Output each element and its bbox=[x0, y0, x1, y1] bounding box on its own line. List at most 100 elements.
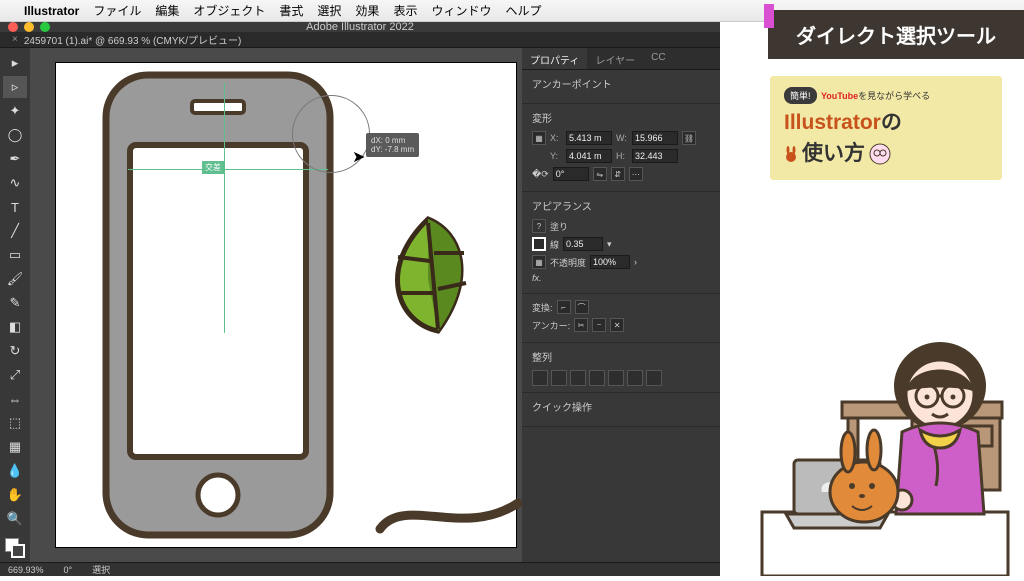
brush-tool[interactable]: 🖌 bbox=[3, 268, 27, 290]
remove-anchor-icon[interactable]: ✂ bbox=[574, 318, 588, 332]
h-input[interactable] bbox=[632, 149, 678, 163]
dropdown-icon[interactable]: ▾ bbox=[607, 239, 612, 250]
panel-tabs: プロパティ レイヤー CC bbox=[522, 48, 720, 70]
measurement-hint: dX: 0 mm dY: -7.8 mm bbox=[366, 133, 419, 157]
y-label: Y: bbox=[550, 151, 562, 161]
zoom-button[interactable] bbox=[40, 22, 50, 32]
align-label: 整列 bbox=[532, 349, 710, 364]
window-title: Adobe Illustrator 2022 bbox=[306, 21, 414, 33]
flip-v-icon[interactable]: ⇵ bbox=[611, 167, 625, 181]
minimize-button[interactable] bbox=[24, 22, 34, 32]
align-right-icon[interactable] bbox=[570, 370, 586, 386]
window-titlebar: Adobe Illustrator 2022 bbox=[0, 22, 720, 32]
lasso-tool[interactable]: ◯ bbox=[3, 124, 27, 146]
tab-properties[interactable]: プロパティ bbox=[522, 48, 587, 69]
app-menu[interactable]: Illustrator bbox=[24, 4, 79, 18]
promo-card: 簡単! YouTubeを見ながら学べる Illustratorの 使い方 bbox=[770, 76, 1002, 180]
connect-anchor-icon[interactable]: ⎯ bbox=[592, 318, 606, 332]
menu-select[interactable]: 選択 bbox=[317, 2, 341, 19]
cut-path-icon[interactable]: ✕ bbox=[610, 318, 624, 332]
convert-smooth-icon[interactable]: ⌒ bbox=[575, 300, 589, 314]
fill-stroke-swatch[interactable] bbox=[5, 538, 25, 558]
convert-corner-icon[interactable]: ⌐ bbox=[557, 300, 571, 314]
document-tab[interactable]: × 2459701 (1).ai* @ 669.93 % (CMYK/プレビュー… bbox=[0, 32, 720, 48]
canvas-area[interactable]: 交差 ➤ dX: 0 mm dY: -7.8 mm bbox=[30, 48, 522, 562]
reference-point-icon[interactable]: ▦ bbox=[532, 131, 546, 145]
quick-actions-label: クイック操作 bbox=[532, 399, 710, 414]
leaf-artwork[interactable] bbox=[368, 213, 488, 343]
status-bar: 669.93% 0° 選択 bbox=[0, 562, 720, 576]
x-label: X: bbox=[550, 133, 562, 143]
selection-tool[interactable]: ▸ bbox=[3, 52, 27, 74]
menu-window[interactable]: ウィンドウ bbox=[431, 2, 491, 19]
status-zoom[interactable]: 669.93% bbox=[8, 565, 44, 575]
fill-swatch-icon[interactable]: ? bbox=[532, 219, 546, 233]
tab-layers[interactable]: レイヤー bbox=[587, 48, 643, 69]
stroke-swatch[interactable] bbox=[11, 544, 25, 558]
line-tool[interactable]: ╱ bbox=[3, 220, 27, 242]
tutorial-title-text: ダイレクト選択ツール bbox=[796, 26, 996, 48]
scale-tool[interactable]: ⤢ bbox=[3, 364, 27, 386]
eyedropper-tool[interactable]: 💧 bbox=[3, 460, 27, 482]
width-tool[interactable]: ⇔ bbox=[3, 388, 27, 410]
hand-tool[interactable]: ✋ bbox=[3, 484, 27, 506]
rectangle-tool[interactable]: ▭ bbox=[3, 244, 27, 266]
opacity-label: 不透明度 bbox=[550, 256, 586, 269]
rotate-tool[interactable]: ↻ bbox=[3, 340, 27, 362]
zoom-tool[interactable]: 🔍 bbox=[3, 508, 27, 530]
curvature-tool[interactable]: ∿ bbox=[3, 172, 27, 194]
link-wh-icon[interactable]: ⛓ bbox=[682, 131, 696, 145]
flip-h-icon[interactable]: ⇋ bbox=[593, 167, 607, 181]
w-input[interactable] bbox=[632, 131, 678, 145]
tail-artwork[interactable] bbox=[374, 489, 522, 539]
pen-tool[interactable]: ✒ bbox=[3, 148, 27, 170]
shaper-tool[interactable]: ✎ bbox=[3, 292, 27, 314]
type-tool[interactable]: T bbox=[3, 196, 27, 218]
menu-help[interactable]: ヘルプ bbox=[505, 2, 541, 19]
tab-cc[interactable]: CC bbox=[643, 48, 673, 69]
free-transform-tool[interactable]: ⬚ bbox=[3, 412, 27, 434]
stroke-label: 線 bbox=[550, 238, 559, 251]
menu-file[interactable]: ファイル bbox=[93, 2, 141, 19]
status-rotate[interactable]: 0° bbox=[64, 565, 73, 575]
stroke-swatch-icon[interactable] bbox=[532, 237, 546, 251]
menu-object[interactable]: オブジェクト bbox=[193, 2, 265, 19]
promo-subtitle: YouTubeを見ながら学べる bbox=[821, 91, 930, 101]
menu-effect[interactable]: 効果 bbox=[355, 2, 379, 19]
eraser-tool[interactable]: ◧ bbox=[3, 316, 27, 338]
magic-wand-tool[interactable]: ✦ bbox=[3, 100, 27, 122]
menu-type[interactable]: 書式 bbox=[279, 2, 303, 19]
align-bottom-icon[interactable] bbox=[627, 370, 643, 386]
h-label: H: bbox=[616, 151, 628, 161]
bunny-icon bbox=[784, 146, 798, 162]
hint-dx: dX: 0 mm bbox=[371, 136, 414, 145]
fx-label[interactable]: fx. bbox=[532, 273, 542, 283]
promo-main-line1: Illustratorの bbox=[784, 110, 988, 135]
close-button[interactable] bbox=[8, 22, 18, 32]
align-hcenter-icon[interactable] bbox=[551, 370, 567, 386]
appearance-label: アピアランス bbox=[532, 198, 710, 213]
direct-selection-tool[interactable]: ▹ bbox=[3, 76, 27, 98]
align-more-icon[interactable] bbox=[646, 370, 662, 386]
opacity-input[interactable] bbox=[590, 255, 630, 269]
menu-edit[interactable]: 編集 bbox=[155, 2, 179, 19]
align-vcenter-icon[interactable] bbox=[608, 370, 624, 386]
x-input[interactable] bbox=[566, 131, 612, 145]
toolbox: ▸ ▹ ✦ ◯ ✒ ∿ T ╱ ▭ 🖌 ✎ ◧ ↻ ⤢ ⇔ ⬚ ▦ 💧 ✋ 🔍 bbox=[0, 48, 30, 562]
align-buttons bbox=[532, 370, 710, 386]
rotate-input[interactable] bbox=[553, 167, 589, 181]
anchor-point-label: アンカーポイント bbox=[532, 76, 710, 91]
anchor-tools-label: アンカー: bbox=[532, 319, 570, 332]
align-left-icon[interactable] bbox=[532, 370, 548, 386]
artboard[interactable]: 交差 ➤ dX: 0 mm dY: -7.8 mm bbox=[56, 63, 516, 547]
status-mode: 選択 bbox=[92, 563, 110, 576]
align-top-icon[interactable] bbox=[589, 370, 605, 386]
more-options-icon[interactable]: ⋯ bbox=[629, 167, 643, 181]
gradient-tool[interactable]: ▦ bbox=[3, 436, 27, 458]
opacity-dropdown-icon[interactable]: › bbox=[634, 257, 637, 267]
properties-panel: プロパティ レイヤー CC アンカーポイント 変形 ▦ X: W: ⛓ bbox=[522, 48, 720, 562]
tab-close-icon[interactable]: × bbox=[12, 34, 18, 45]
y-input[interactable] bbox=[566, 149, 612, 163]
menu-view[interactable]: 表示 bbox=[393, 2, 417, 19]
stroke-weight-input[interactable] bbox=[563, 237, 603, 251]
